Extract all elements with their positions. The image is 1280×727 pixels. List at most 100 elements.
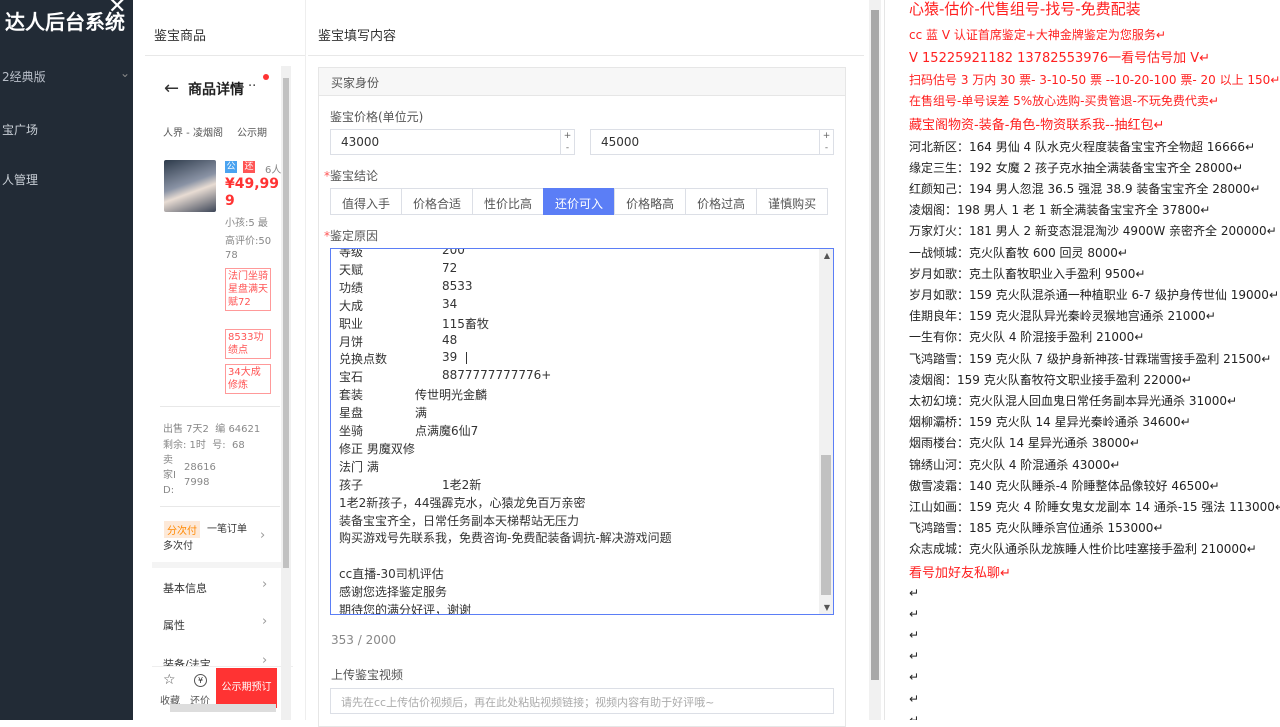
price-min-value: 43000 — [341, 135, 380, 149]
reason-line-value: 200 — [442, 248, 465, 257]
tag-box: 34大成修炼 — [225, 364, 271, 394]
video-placeholder: 请先在cc上传估价视频后，再在此处粘贴视频链接；视频内容有助于好评哦~ — [341, 696, 715, 709]
document-line: 万家灯火：181 男人 2 新变态混混淘沙 4900W 亲密齐全 200000↵ — [909, 224, 1277, 239]
document-line: 一生有你：克火队 4 阶混接手盈利 21000↵ — [909, 330, 1145, 345]
star-icon[interactable]: ☆ — [163, 672, 176, 688]
document-line: ↵ — [909, 670, 920, 685]
document-line: ↵ — [909, 606, 920, 621]
document-line: 红颜知己：194 男人忽混 36.5 强混 38.9 装备宝宝齐全 28000↵ — [909, 182, 1261, 196]
more-icon[interactable]: ·· — [248, 79, 256, 94]
preview-scrollbar-thumb[interactable] — [283, 78, 289, 568]
modal-scrollbar-thumb[interactable] — [871, 10, 879, 680]
document-line: 傲雪凌霜：140 克火队睡杀-4 阶睡整体品像较好 46500↵ — [909, 478, 1220, 493]
reason-line-key: 期待您的满分好评，谢谢 — [339, 603, 472, 615]
conclusion-option[interactable]: 还价可入 — [543, 188, 616, 215]
divider — [308, 55, 864, 56]
reason-line-value: 满 — [415, 406, 428, 421]
bargain-icon[interactable]: ¥ — [194, 674, 207, 687]
preview-h-scrollbar[interactable] — [170, 704, 276, 712]
stepper-icon[interactable]: + - — [819, 130, 833, 154]
sell-info: 出售 7天2 编 64621 — [163, 424, 261, 435]
close-icon[interactable]: ✕ — [108, 0, 126, 19]
document-panel: 心猿-估价-代售组号-找号-免费配装 cc 蓝 V 认证首席鉴定+大神金牌鉴定为您… — [884, 0, 1280, 720]
reason-line-key: 天赋 — [339, 262, 364, 277]
video-label: 上传鉴宝视频 — [331, 668, 404, 682]
preorder-button[interactable]: 公示期预订 — [216, 668, 277, 708]
price-max-input[interactable]: 45000 + - — [590, 129, 834, 155]
panel-divider — [305, 0, 306, 720]
conclusion-button-group: 值得入手 价格合适 性价比高 还价可入 价格略高 价格过高 谨慎购买 — [330, 188, 829, 215]
document-line: 扫码估号 3 万内 30 票- 3-10-50 票 --10-20-100 票-… — [909, 73, 1280, 88]
price-label: 鉴宝价格(单位元) — [330, 110, 424, 124]
seller-id: 28616 7998 — [184, 462, 216, 488]
conclusion-option[interactable]: 谨慎购买 — [756, 188, 829, 215]
document-line: ↵ — [909, 628, 920, 642]
menu-attributes[interactable]: 属性 — [163, 617, 185, 633]
document-line: 藏宝阁物资-装备-角色-物资联系我--抽红包↵ — [909, 117, 1165, 133]
character-avatar — [164, 160, 216, 212]
reason-line-key: 宝石 — [339, 370, 364, 385]
price-max-value: 45000 — [601, 135, 640, 149]
reason-line-key: 购买游戏号先联系我，免费咨询-免费配装备调抗-解决游戏问题 — [339, 531, 672, 546]
conclusion-label: *鉴宝结论 — [324, 169, 379, 183]
chevron-right-icon[interactable]: › — [262, 614, 267, 629]
chevron-down-icon[interactable]: ⌄ — [120, 66, 130, 80]
document-line: 飞鸿踏雪：185 克火队睡杀宫位通杀 153000↵ — [909, 521, 1164, 536]
divider — [160, 506, 280, 507]
document-line: 众志成城：克火队通杀队龙族睡人性价比哇塞接手盈利 210000↵ — [909, 542, 1257, 557]
rating-value: 78 — [225, 250, 238, 261]
reason-line-value: 8877777777776+ — [442, 368, 552, 383]
scroll-down-icon[interactable]: ▼ — [824, 603, 830, 612]
reason-line-value: 点满魔6仙7 — [415, 424, 479, 438]
document-line: 一战倾城：克火队畜牧 600 回灵 8000↵ — [909, 245, 1128, 260]
textarea-scrollbar-thumb[interactable] — [821, 455, 831, 595]
reason-line-value: 115畜牧 — [442, 316, 489, 331]
conclusion-option[interactable]: 价格略高 — [614, 188, 687, 215]
conclusion-option[interactable]: 值得入手 — [330, 188, 403, 215]
document-line: 在售组号-单号误差 5%放心选购-买贵管退-不玩免费代卖↵ — [909, 94, 1219, 109]
text-cursor-icon — [466, 352, 467, 364]
scroll-up-icon[interactable]: ▲ — [824, 251, 830, 260]
document-line: 岁月如歌：159 克火队混杀通一种植职业 6-7 级护身传世仙 19000↵ — [909, 288, 1279, 302]
back-arrow-icon[interactable]: ← — [164, 78, 179, 99]
chevron-right-icon[interactable]: › — [260, 528, 265, 543]
document-line: 凌烟阁：159 克火队畜牧符文职业接手盈利 22000↵ — [909, 372, 1192, 387]
menu-basic-info[interactable]: 基本信息 — [163, 580, 207, 596]
version-select[interactable]: 2经典版 — [2, 68, 46, 85]
notification-dot — [263, 74, 269, 80]
sidebar-item-plaza[interactable]: 宝广场 — [2, 121, 38, 138]
min-stat: 小孩:5 最 — [225, 218, 268, 229]
publicity-period: 公示期 — [237, 128, 267, 139]
reason-line-key: 等级 — [339, 248, 364, 259]
sidebar: 达人后台系统 ✕ 2经典版 ⌄ 宝广场 人管理 — [0, 0, 133, 720]
divider — [160, 406, 280, 407]
document-line: 看号加好友私聊↵ — [909, 565, 1011, 581]
tag-box: 8533功绩点 — [225, 329, 271, 359]
document-line: ↵ — [909, 585, 920, 600]
reason-line-key: 法门 满 — [339, 459, 379, 474]
section-header: 买家身份 — [319, 68, 845, 96]
conclusion-option[interactable]: 价格过高 — [685, 188, 758, 215]
reason-line-key: 兑换点数 — [339, 352, 388, 367]
document-line: 心猿-估价-代售组号-找号-免费配装 — [909, 0, 1141, 18]
rating: 高评价:50 — [225, 236, 272, 247]
document-line: ↵ — [909, 712, 920, 720]
seller-label: 卖家ID: — [163, 455, 176, 496]
divider — [152, 562, 287, 568]
conclusion-option[interactable]: 价格合适 — [401, 188, 474, 215]
conclusion-option[interactable]: 性价比高 — [472, 188, 545, 215]
reason-line-key: 坐骑 — [339, 424, 364, 438]
reason-line-value: 1老2新 — [442, 477, 482, 492]
chevron-right-icon[interactable]: › — [262, 577, 267, 592]
right-panel-title: 鉴宝填写内容 — [318, 29, 397, 44]
reason-label: *鉴定原因 — [324, 229, 379, 243]
document-line: 江山如画：159 克火 4 阶睡女鬼女龙副本 14 通杀-15 强法 11300… — [909, 500, 1280, 514]
stepper-icon[interactable]: + - — [560, 130, 574, 154]
reason-line-key: 装备宝宝齐全，日常任务副本天梯帮站无压力 — [339, 513, 580, 528]
video-link-input[interactable]: 请先在cc上传估价视频后，再在此处粘贴视频链接；视频内容有助于好评哦~ — [330, 688, 834, 714]
price-min-input[interactable]: 43000 + - — [330, 129, 575, 155]
document-line: ↵ — [909, 691, 920, 706]
sidebar-item-manage[interactable]: 人管理 — [2, 171, 38, 188]
document-line: 飞鸿踏雪：159 克火队 7 级护身新神孩-甘霖瑞雪接手盈利 21500↵ — [909, 351, 1272, 366]
reason-textarea[interactable]: 等级 200 天赋 72 功绩 8533 大成 34 职业 115畜牧 月饼 48 兑换点数 39 宝石 88… — [330, 248, 834, 615]
